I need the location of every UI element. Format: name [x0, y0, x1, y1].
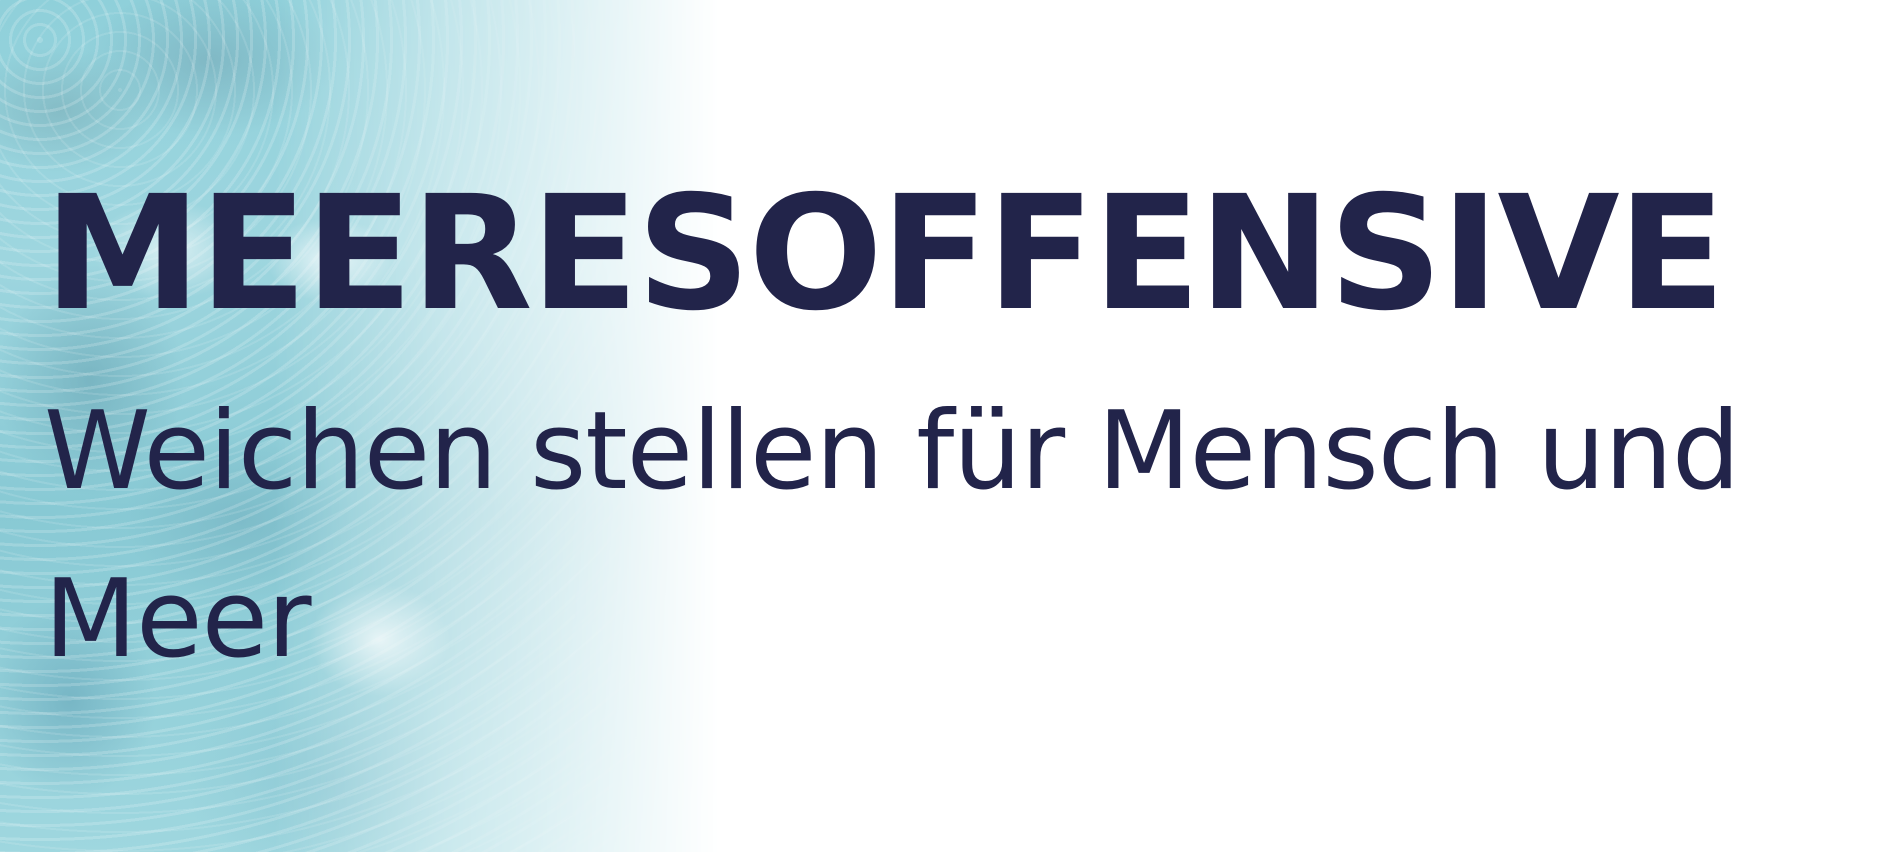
banner: MEERESOFFENSIVE Weichen stellen für Mens…: [0, 0, 1888, 852]
banner-title: MEERESOFFENSIVE: [44, 162, 1726, 346]
headline-block: MEERESOFFENSIVE Weichen stellen für Mens…: [44, 168, 1864, 704]
banner-subtitle: Weichen stellen für Mensch und Meer: [44, 389, 1740, 682]
